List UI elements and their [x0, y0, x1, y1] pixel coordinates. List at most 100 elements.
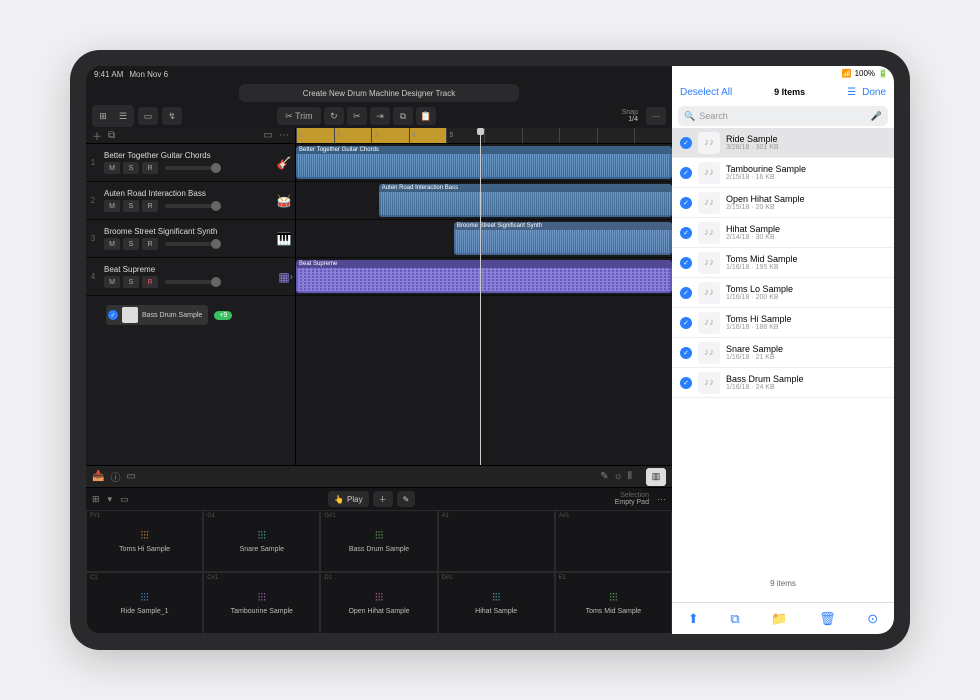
play-button[interactable]: 👆Play: [328, 491, 369, 507]
solo-button[interactable]: S: [123, 276, 139, 288]
add-track-button[interactable]: ＋: [92, 128, 102, 143]
timeline[interactable]: 12345 Better Together Guitar Chords Aute…: [296, 128, 672, 465]
solo-button[interactable]: S: [123, 238, 139, 250]
file-row[interactable]: ✓ ♪♪ Open Hihat Sample 2/15/18 · 20 KB: [672, 188, 894, 218]
region[interactable]: Beat Supreme: [296, 260, 672, 293]
checkbox-icon[interactable]: ✓: [680, 287, 692, 299]
region[interactable]: Auten Road Interaction Bass: [379, 184, 672, 217]
checkbox-icon[interactable]: ✓: [680, 317, 692, 329]
drum-more-button[interactable]: ⋯: [657, 494, 666, 505]
solo-button[interactable]: S: [123, 200, 139, 212]
file-row[interactable]: ✓ ♪♪ Snare Sample 1/16/18 · 21 KB: [672, 338, 894, 368]
library-icon[interactable]: 📥: [92, 471, 104, 482]
record-button[interactable]: R: [142, 238, 158, 250]
mic-icon[interactable]: 🎤: [871, 111, 882, 122]
share-icon[interactable]: ⬆: [688, 611, 699, 627]
chevron-down-icon[interactable]: ▾: [108, 494, 113, 505]
list-icon[interactable]: ☰: [847, 87, 856, 98]
ruler-segment[interactable]: 1: [296, 128, 334, 143]
file-row[interactable]: ✓ ♪♪ Toms Hi Sample 1/16/18 · 188 KB: [672, 308, 894, 338]
drum-pad[interactable]: G#1 ⫶⫶⫶ Bass Drum Sample: [320, 510, 437, 572]
volume-slider[interactable]: [165, 242, 221, 246]
paste-button[interactable]: 📋: [416, 107, 436, 125]
volume-slider[interactable]: [165, 280, 221, 284]
playhead[interactable]: [480, 128, 481, 465]
timeline-row[interactable]: Beat Supreme: [296, 258, 672, 296]
keyboard-button[interactable]: ▥: [646, 468, 666, 486]
duplicate-icon[interactable]: ⧉: [730, 611, 739, 627]
drum-pad[interactable]: D#1 ⫶⫶⫶ Hihat Sample: [438, 572, 555, 634]
ruler-segment[interactable]: 4: [409, 128, 447, 143]
file-list[interactable]: ✓ ♪♪ Ride Sample 3/28/18 · 301 KB ✓ ♪♪ T…: [672, 128, 894, 565]
gear-icon[interactable]: ☼: [614, 471, 623, 482]
record-button[interactable]: R: [142, 276, 158, 288]
track-panel-button[interactable]: ▭: [264, 130, 273, 141]
done-button[interactable]: Done: [862, 87, 886, 98]
ruler-segment[interactable]: 2: [334, 128, 372, 143]
grid-view-button[interactable]: ⊞: [94, 107, 112, 125]
drum-pad[interactable]: A#1: [555, 510, 672, 572]
timeline-row[interactable]: Better Together Guitar Chords: [296, 144, 672, 182]
copy-button[interactable]: ⧉: [393, 107, 413, 125]
volume-slider[interactable]: [165, 204, 221, 208]
ruler-segment[interactable]: 3: [371, 128, 409, 143]
checkbox-icon[interactable]: ✓: [680, 197, 692, 209]
automation-button[interactable]: ↯: [162, 107, 182, 125]
sliders-icon[interactable]: ⫴: [628, 471, 632, 482]
record-button[interactable]: R: [142, 200, 158, 212]
drum-pad[interactable]: C#1 ⫶⫶⫶ Tambourine Sample: [203, 572, 320, 634]
drum-pad[interactable]: D1 ⫶⫶⫶ Open Hihat Sample: [320, 572, 437, 634]
panel-icon[interactable]: ▭: [120, 494, 129, 505]
drum-pad[interactable]: G1 ⫶⫶⫶ Snare Sample: [203, 510, 320, 572]
edit-pad-button[interactable]: ✎: [397, 491, 416, 507]
file-row[interactable]: ✓ ♪♪ Bass Drum Sample 1/16/18 · 24 KB: [672, 368, 894, 398]
track-header[interactable]: 2 Auten Road Interaction Bass M S R 🥁: [86, 182, 295, 220]
trash-icon[interactable]: 🗑: [819, 611, 836, 627]
instrument-icon[interactable]: 🥁: [273, 182, 295, 219]
panel-button[interactable]: ▭: [138, 107, 158, 125]
snap-indicator[interactable]: Snap 1/4: [622, 109, 642, 123]
add-pad-button[interactable]: ＋: [373, 491, 393, 507]
info-icon[interactable]: ⓘ: [110, 469, 120, 484]
more-icon[interactable]: ⊙: [867, 611, 878, 627]
grid-icon[interactable]: ⊞: [92, 494, 100, 505]
file-row[interactable]: ✓ ♪♪ Toms Mid Sample 1/16/18 · 195 KB: [672, 248, 894, 278]
track-more-button[interactable]: ⋯: [279, 130, 289, 141]
folder-icon[interactable]: 📁: [771, 611, 787, 627]
join-button[interactable]: ⇥: [370, 107, 390, 125]
drum-pad[interactable]: F#1 ⫶⫶⫶ Toms Hi Sample: [86, 510, 203, 572]
checkbox-icon[interactable]: ✓: [680, 167, 692, 179]
file-row[interactable]: ✓ ♪♪ Ride Sample 3/28/18 · 301 KB: [672, 128, 894, 158]
record-button[interactable]: R: [142, 162, 158, 174]
cut-tool-button[interactable]: ✂: [347, 107, 367, 125]
timeline-row[interactable]: Auten Road Interaction Bass: [296, 182, 672, 220]
mute-button[interactable]: M: [104, 200, 120, 212]
track-header[interactable]: 4 Beat Supreme M S R ▦ ›: [86, 258, 295, 296]
solo-button[interactable]: S: [123, 162, 139, 174]
track-header[interactable]: 1 Better Together Guitar Chords M S R 🎸: [86, 144, 295, 182]
pencil-icon[interactable]: ✎: [600, 471, 608, 482]
dragged-item[interactable]: ✓ Bass Drum Sample: [106, 305, 208, 325]
mute-button[interactable]: M: [104, 238, 120, 250]
file-row[interactable]: ✓ ♪♪ Hihat Sample 2/14/18 · 30 KB: [672, 218, 894, 248]
loop-button[interactable]: ↻: [324, 107, 344, 125]
region[interactable]: Broome Street Significant Synth: [454, 222, 672, 255]
search-field[interactable]: 🔍 Search 🎤: [678, 106, 888, 126]
mute-button[interactable]: M: [104, 276, 120, 288]
drop-zone[interactable]: ✓ Bass Drum Sample +9: [86, 296, 295, 334]
more-button[interactable]: ⋯: [646, 107, 666, 125]
expand-icon[interactable]: ›: [290, 271, 293, 282]
panel-icon[interactable]: ▭: [126, 471, 135, 482]
mute-button[interactable]: M: [104, 162, 120, 174]
timeline-row[interactable]: Broome Street Significant Synth: [296, 220, 672, 258]
drum-pad[interactable]: A1: [438, 510, 555, 572]
trim-tool-button[interactable]: ✂ Trim: [277, 107, 321, 125]
checkbox-icon[interactable]: ✓: [680, 377, 692, 389]
region[interactable]: Better Together Guitar Chords: [296, 146, 672, 179]
checkbox-icon[interactable]: ✓: [680, 227, 692, 239]
list-view-button[interactable]: ☰: [114, 107, 132, 125]
checkbox-icon[interactable]: ✓: [680, 137, 692, 149]
drum-pad[interactable]: C1 ⫶⫶⫶ Ride Sample_1: [86, 572, 203, 634]
instrument-icon[interactable]: 🎹: [273, 220, 295, 257]
duplicate-track-button[interactable]: ⧉: [108, 130, 115, 141]
